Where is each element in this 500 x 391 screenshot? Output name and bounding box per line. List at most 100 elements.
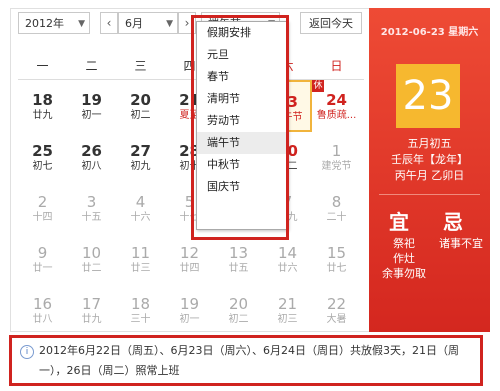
day-number: 10 bbox=[81, 244, 102, 262]
calendar-toolbar: 2012年 ▼ ‹ 6月 ▼ › 端午节 ▼ 返回今天 bbox=[12, 12, 362, 38]
lunar-day: 廿一 bbox=[32, 263, 53, 274]
day-number: 21 bbox=[277, 295, 298, 313]
day-cell[interactable]: 20 初二 bbox=[116, 80, 165, 132]
lunar-day: 廿七 bbox=[326, 263, 347, 274]
day-number: 24 bbox=[326, 91, 347, 109]
yi-item: 作灶 bbox=[393, 252, 415, 265]
day-cell[interactable]: 2 十四 bbox=[18, 182, 67, 234]
day-cell[interactable]: 13 廿五 bbox=[214, 233, 263, 285]
day-number: 1 bbox=[331, 142, 342, 160]
day-cell[interactable]: 1 建党节 bbox=[312, 131, 361, 183]
yi-item: 祭祀 bbox=[393, 237, 415, 250]
year-select-value: 2012年 bbox=[25, 17, 64, 30]
day-cell[interactable]: 19 初一 bbox=[165, 284, 214, 336]
day-cell[interactable]: 10 廿二 bbox=[67, 233, 116, 285]
weekday-label: 日 bbox=[330, 59, 343, 73]
day-number: 11 bbox=[130, 244, 151, 262]
day-number: 13 bbox=[228, 244, 249, 262]
lunar-day: 初九 bbox=[130, 161, 151, 172]
day-cell[interactable]: 18 三十 bbox=[116, 284, 165, 336]
divider bbox=[379, 194, 480, 195]
ganzhi-year: 壬辰年【龙年】 bbox=[391, 153, 468, 166]
day-cell[interactable]: 25 初七 bbox=[18, 131, 67, 183]
day-cell[interactable]: 20 初二 bbox=[214, 284, 263, 336]
day-number: 2 bbox=[37, 193, 48, 211]
lunar-day: 廿九 bbox=[81, 314, 102, 325]
day-cell[interactable]: 11 廿三 bbox=[116, 233, 165, 285]
lunar-day: 初一 bbox=[179, 314, 200, 325]
lunar-day: 廿三 bbox=[130, 263, 151, 274]
lunar-day: 廿八 bbox=[32, 314, 53, 325]
lunar-day: 十五 bbox=[81, 212, 102, 223]
day-cell[interactable]: 19 初一 bbox=[67, 80, 116, 132]
lunar-day: 廿四 bbox=[179, 263, 200, 274]
highlight-box bbox=[191, 15, 289, 240]
lunar-day: 鲁质疏... bbox=[316, 110, 357, 121]
day-number: 20 bbox=[228, 295, 249, 313]
weekday-label: 二 bbox=[85, 59, 98, 73]
lunar-date: 五月初五 bbox=[407, 137, 452, 150]
chevron-down-icon: ▼ bbox=[78, 19, 85, 29]
day-cell[interactable]: 27 初九 bbox=[116, 131, 165, 183]
day-number: 19 bbox=[81, 91, 102, 109]
year-select[interactable]: 2012年 ▼ bbox=[18, 12, 90, 34]
lunar-day: 廿五 bbox=[228, 263, 249, 274]
day-cell[interactable]: 休 24 鲁质疏... bbox=[312, 80, 361, 132]
lunar-day: 初一 bbox=[81, 110, 102, 121]
day-number: 8 bbox=[331, 193, 342, 211]
lunar-day: 三十 bbox=[130, 314, 151, 325]
ji-title: 忌 bbox=[443, 210, 463, 234]
date-detail-panel: 2012-06-23 星期六 23 五月初五 壬辰年【龙年】 丙午月 乙卯日 宜… bbox=[369, 8, 490, 332]
ji-item: 诸事不宜 bbox=[439, 237, 483, 250]
day-number: 25 bbox=[32, 142, 53, 160]
day-number: 18 bbox=[130, 295, 151, 313]
day-number: 12 bbox=[179, 244, 200, 262]
day-number: 26 bbox=[81, 142, 102, 160]
lunar-day: 建党节 bbox=[321, 161, 352, 172]
lunar-day: 初七 bbox=[32, 161, 53, 172]
lunar-day: 初二 bbox=[228, 314, 249, 325]
day-number: 3 bbox=[86, 193, 97, 211]
lunar-day: 初八 bbox=[81, 161, 102, 172]
day-number: 9 bbox=[37, 244, 48, 262]
lunar-day: 十六 bbox=[130, 212, 151, 223]
day-cell[interactable]: 17 廿九 bbox=[67, 284, 116, 336]
back-to-today-button[interactable]: 返回今天 bbox=[300, 12, 362, 34]
day-number: 18 bbox=[32, 91, 53, 109]
weekday-label: 一 bbox=[36, 59, 49, 73]
day-number: 16 bbox=[32, 295, 53, 313]
highlight-box bbox=[9, 335, 483, 386]
day-number: 14 bbox=[277, 244, 298, 262]
day-cell[interactable]: 21 初三 bbox=[263, 284, 312, 336]
day-cell[interactable]: 16 廿八 bbox=[18, 284, 67, 336]
yi-items: 祭祀 作灶 余事勿取 bbox=[377, 236, 431, 281]
yi-item: 余事勿取 bbox=[382, 267, 426, 280]
month-select[interactable]: 6月 ▼ bbox=[118, 12, 178, 34]
big-day-number: 23 bbox=[396, 64, 460, 128]
day-cell[interactable]: 12 廿四 bbox=[165, 233, 214, 285]
day-cell[interactable]: 14 廿六 bbox=[263, 233, 312, 285]
day-number: 22 bbox=[326, 295, 347, 313]
lunar-day: 廿九 bbox=[32, 110, 53, 121]
rest-badge: 休 bbox=[312, 80, 324, 92]
lunar-day: 初三 bbox=[277, 314, 298, 325]
day-cell[interactable]: 26 初八 bbox=[67, 131, 116, 183]
day-number: 15 bbox=[326, 244, 347, 262]
prev-month-button[interactable]: ‹ bbox=[100, 12, 118, 34]
weekday-label: 三 bbox=[134, 59, 147, 73]
day-cell[interactable]: 9 廿一 bbox=[18, 233, 67, 285]
day-cell[interactable]: 8 二十 bbox=[312, 182, 361, 234]
ji-items: 诸事不宜 bbox=[433, 236, 489, 251]
lunar-day: 二十 bbox=[326, 212, 347, 223]
month-select-value: 6月 bbox=[125, 17, 143, 30]
day-cell[interactable]: 18 廿九 bbox=[18, 80, 67, 132]
day-number: 19 bbox=[179, 295, 200, 313]
day-number: 27 bbox=[130, 142, 151, 160]
ganzhi-month-day: 丙午月 乙卯日 bbox=[394, 169, 465, 182]
day-cell[interactable]: 4 十六 bbox=[116, 182, 165, 234]
yi-title: 宜 bbox=[389, 210, 409, 234]
day-cell[interactable]: 22 大暑 bbox=[312, 284, 361, 336]
day-cell[interactable]: 3 十五 bbox=[67, 182, 116, 234]
day-cell[interactable]: 15 廿七 bbox=[312, 233, 361, 285]
lunar-day: 廿二 bbox=[81, 263, 102, 274]
